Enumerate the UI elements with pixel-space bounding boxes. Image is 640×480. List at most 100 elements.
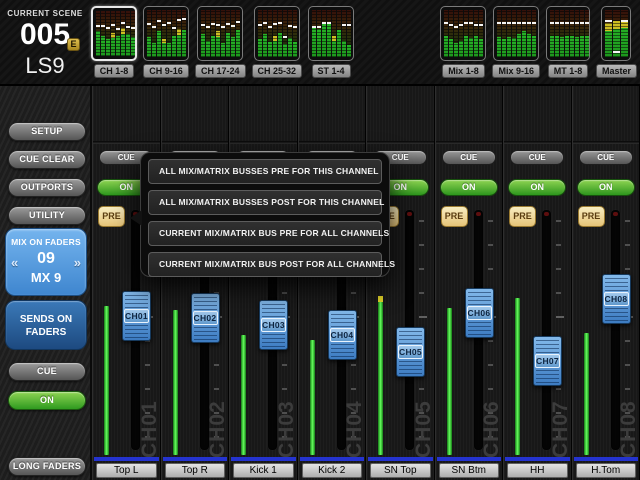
sidebar-button-cue-clear[interactable]: CUE CLEAR xyxy=(8,150,86,169)
sends-on-faders-button[interactable]: SENDS ON FADERS xyxy=(5,300,87,350)
meter-bar xyxy=(502,10,506,57)
fader-cap-ridges xyxy=(536,369,559,383)
fader-scale-tick xyxy=(488,220,493,222)
popup-menu-item-4[interactable]: CURRENT MIX/MATRIX BUS POST FOR ALL CHAN… xyxy=(148,252,382,277)
meter-bar xyxy=(512,10,516,57)
fader-cap[interactable]: CH07 xyxy=(533,336,562,386)
pre-badge[interactable]: PRE xyxy=(509,206,536,227)
meter-block-mix-1-8[interactable]: Mix 1-8 xyxy=(440,6,486,78)
meter-bar xyxy=(263,10,267,57)
strip-divider xyxy=(436,141,503,144)
strip-divider xyxy=(162,141,229,144)
channel-name-plate[interactable]: SN Btm xyxy=(439,463,500,478)
on-button[interactable]: ON xyxy=(577,179,635,196)
pre-badge[interactable]: PRE xyxy=(98,206,125,227)
popup-menu-item-2[interactable]: ALL MIX/MATRIX BUSSES POST FOR THIS CHAN… xyxy=(148,190,382,215)
fader-cap-ridges xyxy=(468,291,491,305)
channel-name-plate[interactable]: Kick 2 xyxy=(302,463,363,478)
fader-cap[interactable]: CH01 xyxy=(122,291,151,341)
meter-block-label: CH 9-16 xyxy=(143,64,189,78)
sidebar-button-setup[interactable]: SETUP xyxy=(8,122,86,141)
fader-cap-ridges xyxy=(125,294,148,308)
meter-bar xyxy=(517,10,521,57)
meter-bar xyxy=(605,10,612,57)
on-button[interactable]: ON xyxy=(440,179,498,196)
cue-button[interactable]: CUE xyxy=(510,150,564,165)
fader-scale-tick xyxy=(282,292,287,294)
channel-meter xyxy=(104,306,109,455)
meter-block-mix-9-16[interactable]: Mix 9-16 xyxy=(492,6,540,78)
strip-divider xyxy=(504,141,571,144)
channel-name-plate[interactable]: Top R xyxy=(165,463,226,478)
meter-bar xyxy=(131,11,135,56)
meter-bar xyxy=(459,10,463,57)
meter-bar xyxy=(327,10,331,57)
sidebar-button-utility[interactable]: UTILITY xyxy=(8,206,86,225)
meter-bar xyxy=(522,10,526,57)
meter-block-label: CH 25-32 xyxy=(252,64,303,78)
fader-cap-ridges xyxy=(194,296,217,310)
input-meter-blocks: CH 1-8 CH 9-16 CH 17-24 CH 25-32 ST 1-4 xyxy=(91,6,354,78)
meter-box xyxy=(197,6,243,61)
pre-badge[interactable]: PRE xyxy=(578,206,605,227)
meter-box xyxy=(254,6,300,61)
fader-cap-channel-id: CH04 xyxy=(330,328,355,342)
cue-button[interactable]: CUE xyxy=(579,150,633,165)
fader-scale-tick xyxy=(556,268,561,270)
popup-menu-item-3[interactable]: CURRENT MIX/MATRIX BUS PRE FOR ALL CHANN… xyxy=(148,221,382,246)
channel-name-plate[interactable]: HH xyxy=(507,463,568,478)
meter-block-mt-1-8[interactable]: MT 1-8 xyxy=(546,6,590,78)
meter-bar xyxy=(177,10,181,57)
meter-block-ch-25-32[interactable]: CH 25-32 xyxy=(252,6,303,78)
meter-block-st-1-4[interactable]: ST 1-4 xyxy=(308,6,354,78)
meter-block-ch-1-8[interactable]: CH 1-8 xyxy=(91,6,137,78)
meter-bar xyxy=(565,10,569,57)
fader-cap[interactable]: CH02 xyxy=(191,293,220,343)
meter-bar xyxy=(201,10,205,57)
meter-bar xyxy=(236,10,240,57)
current-scene-panel[interactable]: CURRENT SCENE 005 E LS9 xyxy=(0,0,90,84)
fader-cap-ridges xyxy=(331,343,354,357)
fader-cap-channel-id: CH01 xyxy=(124,309,149,323)
channel-color-bar xyxy=(505,457,570,461)
fader-cap[interactable]: CH03 xyxy=(259,300,288,350)
channel-strip-ch07: CUEONPRECH07CH07HH xyxy=(503,86,572,480)
meter-block-label: Mix 9-16 xyxy=(492,64,540,78)
meter-bar xyxy=(211,10,215,57)
long-faders-button[interactable]: LONG FADERS xyxy=(8,457,86,476)
meter-block-label: MT 1-8 xyxy=(548,64,589,78)
channel-name-plate[interactable]: H.Tom xyxy=(576,463,637,478)
meter-box xyxy=(601,6,631,61)
channel-name-plate[interactable]: Kick 1 xyxy=(233,463,294,478)
master-cue-button[interactable]: CUE xyxy=(8,362,86,381)
fader-cap[interactable]: CH04 xyxy=(328,310,357,360)
mix-prev-icon[interactable]: « xyxy=(11,255,18,270)
fader-scale-tick xyxy=(556,292,561,294)
fader-cap-channel-id: CH03 xyxy=(261,318,286,332)
meter-block-ch-9-16[interactable]: CH 9-16 xyxy=(143,6,189,78)
meter-block-ch-17-24[interactable]: CH 17-24 xyxy=(195,6,246,78)
pre-badge[interactable]: PRE xyxy=(441,206,468,227)
channel-color-bar xyxy=(231,457,296,461)
meter-bar xyxy=(550,10,554,57)
sidebar: « MIX ON FADERS 09 MX 9 » SENDS ON FADER… xyxy=(0,86,92,480)
meter-block-master[interactable]: Master xyxy=(596,6,637,78)
fader-scale-tick xyxy=(488,244,493,246)
channel-name-plate[interactable]: Top L xyxy=(96,463,157,478)
fader-cap[interactable]: CH05 xyxy=(396,327,425,377)
fader-cap-ridges xyxy=(468,321,491,335)
meter-bar xyxy=(454,10,458,57)
master-on-button[interactable]: ON xyxy=(8,391,86,410)
cue-button[interactable]: CUE xyxy=(442,150,496,165)
popup-menu-item-1[interactable]: ALL MIX/MATRIX BUSSES PRE FOR THIS CHANN… xyxy=(148,159,382,184)
channel-name-plate[interactable]: SN Top xyxy=(370,463,431,478)
mix-next-icon[interactable]: » xyxy=(74,255,81,270)
on-button[interactable]: ON xyxy=(508,179,566,196)
channel-color-bar xyxy=(574,457,639,461)
fader-cap[interactable]: CH08 xyxy=(602,274,631,324)
meter-bar xyxy=(621,10,628,57)
mix-on-faders-panel[interactable]: « MIX ON FADERS 09 MX 9 » xyxy=(5,228,87,296)
meter-bar xyxy=(278,10,282,57)
sidebar-button-outports[interactable]: OUTPORTS xyxy=(8,178,86,197)
fader-cap[interactable]: CH06 xyxy=(465,288,494,338)
